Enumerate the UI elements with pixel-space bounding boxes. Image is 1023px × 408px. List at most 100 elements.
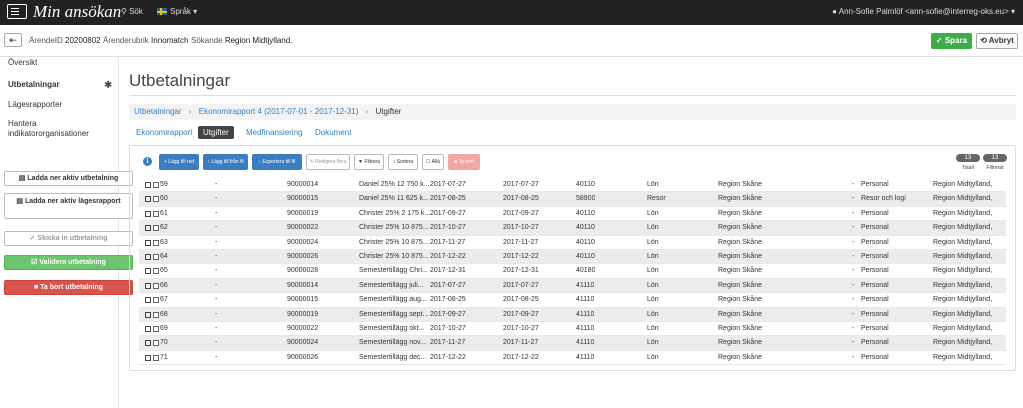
filtered-count-badge: 13 [983, 154, 1007, 162]
table-row[interactable]: 64-90000026 Christer 25% 10 875... 2017-12… [139, 250, 1006, 265]
edit-many-button[interactable]: ✎ Redigera flera [306, 154, 350, 170]
table-row[interactable]: 67-90000015 Semestertillägg aug... 2017-08… [139, 293, 1006, 308]
row-checkbox[interactable] [153, 282, 159, 289]
app-logo-icon[interactable] [7, 4, 27, 19]
select-all-button[interactable]: ☐ Alla [422, 154, 444, 170]
filter-button[interactable]: ▼ Filtrera [354, 154, 384, 170]
sidebar-item-utbetalningar[interactable]: Utbetalningar [8, 80, 60, 89]
total-count-badge: 13 [956, 154, 980, 162]
table-row[interactable]: 70 - 90000024 Semestertillägg nov... 2017-11… [139, 336, 1006, 351]
cell-kat: Personal [861, 181, 889, 188]
send-payment-button[interactable]: ✓ Skicka in utbetalning [4, 231, 133, 246]
table-row[interactable]: 61-90000019 Christer 25% 2 175 k... 2017-0… [139, 207, 1006, 222]
row-checkbox[interactable] [153, 340, 159, 347]
table-row[interactable]: 59-90000014 Daniel 25% 12 750 k... 2017-07… [139, 178, 1006, 193]
sidebar-item-indikatororganisationer[interactable]: Hantera indikatororganisationer [8, 119, 103, 139]
add-from-file-button[interactable]: ↑ Lägg till från fil [203, 154, 248, 170]
table-row[interactable]: 63-90000024 Christer 25% 10 875... 2017-11… [139, 236, 1006, 250]
cell-kat: Personal [861, 267, 889, 275]
table-row[interactable]: 60-90000015 Daniel 25% 11 625 k... 2017-08… [139, 192, 1006, 207]
table-row[interactable]: 62-90000022 Christer 25% 10 875... 2017-10… [139, 221, 1006, 236]
breadcrumb-current: Utgifter [375, 107, 402, 116]
arrow-left-icon: ⇤ [9, 35, 17, 45]
toggle-sidebar-button[interactable]: ⇤ [4, 33, 22, 47]
tab-dokument[interactable]: Dokument [315, 126, 351, 139]
cell-konto: 40110 [576, 181, 595, 188]
cell-date2: 2017-08-25 [503, 195, 539, 203]
info-icon[interactable]: i [143, 157, 152, 166]
edit-icon[interactable] [145, 182, 151, 188]
edit-icon[interactable] [145, 282, 151, 289]
table-row[interactable]: 66 - 90000014 Semestertillägg juli... 2017-0… [139, 278, 1006, 294]
delete-rows-button[interactable]: ■ Ta bort [448, 154, 480, 170]
row-checkbox[interactable] [153, 182, 159, 188]
row-checkbox[interactable] [153, 354, 159, 361]
edit-icon[interactable] [145, 340, 151, 347]
cell-region: Region Skåne [718, 238, 762, 246]
cancel-label: Avbryt [988, 36, 1014, 45]
sidebar-item-lagesrapporter[interactable]: Lägesrapporter [8, 100, 62, 109]
edit-icon[interactable] [145, 239, 151, 246]
table-row[interactable]: 69 - 90000022 Semestertillägg okt... 2017-10… [139, 322, 1006, 337]
row-checkbox[interactable] [153, 254, 159, 260]
row-checkbox[interactable] [153, 311, 159, 318]
breadcrumb-utbetalningar[interactable]: Utbetalningar [134, 107, 182, 116]
row-checkbox[interactable] [153, 210, 159, 217]
tab-medfinansiering[interactable]: Medfinansiering [246, 126, 302, 139]
cell-typ: Lön [647, 267, 659, 275]
edit-icon[interactable] [145, 268, 151, 275]
language-label: Språk [170, 7, 191, 16]
edit-icon[interactable] [145, 354, 151, 361]
row-checkbox[interactable] [153, 268, 159, 275]
edit-icon[interactable] [145, 196, 151, 203]
row-checkbox[interactable] [153, 297, 159, 304]
add-from-file-label: Lägg till från fil [211, 159, 244, 165]
edit-icon[interactable] [145, 311, 151, 318]
edit-icon[interactable] [145, 297, 151, 304]
cell-region: Region Skåne [718, 224, 762, 232]
cell-org: Region Midtjylland, [933, 310, 993, 318]
cell-org: Region Midtjylland, [933, 296, 993, 304]
table-row[interactable]: 65-90000028 Semestertillägg Chri... 2017-1… [139, 264, 1006, 279]
export-file-button[interactable]: ↓ Exportera till fil [252, 154, 302, 170]
cell-id: 67 [160, 296, 168, 304]
tab-ekonomirapport[interactable]: Ekonomirapport [136, 126, 192, 139]
save-button[interactable]: ✓ Spara [931, 33, 972, 49]
cell-kat: Personal [861, 353, 889, 361]
cancel-button[interactable]: ⟲ Avbryt [976, 33, 1018, 49]
sort-button[interactable]: ↕ Sortera [388, 154, 418, 170]
download-payment-button[interactable]: ▤ Ladda ner aktiv utbetalning [4, 171, 133, 186]
top-navbar: Min ansökan ⚲ Sök Språk ▾ ● Ann-Sofie Pa… [0, 0, 1023, 25]
cell-typ: Lön [647, 224, 659, 232]
download-report-label: Ladda ner aktiv lägesrapport [24, 198, 121, 205]
add-row-button[interactable]: + Lägg till rad [159, 154, 199, 170]
sidebar-item-oversikt[interactable]: Översikt [8, 58, 37, 67]
table-row[interactable]: 68-90000019 Semestertillägg sept... 2017-0… [139, 307, 1006, 322]
row-checkbox[interactable] [153, 326, 159, 332]
edit-icon[interactable] [145, 210, 151, 217]
cell-typ: Lön [647, 181, 659, 188]
tab-utgifter[interactable]: Utgifter [198, 126, 234, 139]
cell-dash: - [215, 253, 218, 260]
row-checkbox[interactable] [153, 239, 159, 246]
language-menu[interactable]: Språk ▾ [157, 7, 197, 16]
edit-icon[interactable] [145, 326, 151, 332]
edit-icon[interactable] [145, 225, 151, 232]
edit-icon[interactable] [145, 254, 151, 260]
cell-text: Christer 25% 10 875... [359, 253, 429, 260]
validate-payment-button[interactable]: ☑ Validera utbetalning [4, 255, 133, 270]
cell-kat: Personal [861, 296, 889, 304]
app-title[interactable]: Min ansökan [33, 2, 121, 22]
download-report-button[interactable]: ▤ Ladda ner aktiv lägesrapport [4, 193, 133, 219]
search-nav[interactable]: ⚲ Sök [121, 7, 143, 16]
delete-payment-button[interactable]: ■ Ta bort utbetalning [4, 280, 133, 295]
row-checkbox[interactable] [153, 225, 159, 232]
user-menu[interactable]: ● Ann-Sofie Palmlöf <ann-sofie@interreg-… [832, 7, 1015, 16]
applicant: Sökande Region Midtjylland. [191, 36, 292, 45]
title-divider [129, 95, 1016, 96]
breadcrumb-ekonomirapport[interactable]: Ekonomirapport 4 (2017-07-01 - 2017-12-3… [199, 107, 359, 116]
cell-id: 64 [160, 253, 168, 260]
cell-dash: - [215, 267, 218, 275]
table-row[interactable]: 71-90000026 Semestertillägg dec... 2017-12… [139, 351, 1006, 366]
row-checkbox[interactable] [153, 196, 159, 203]
